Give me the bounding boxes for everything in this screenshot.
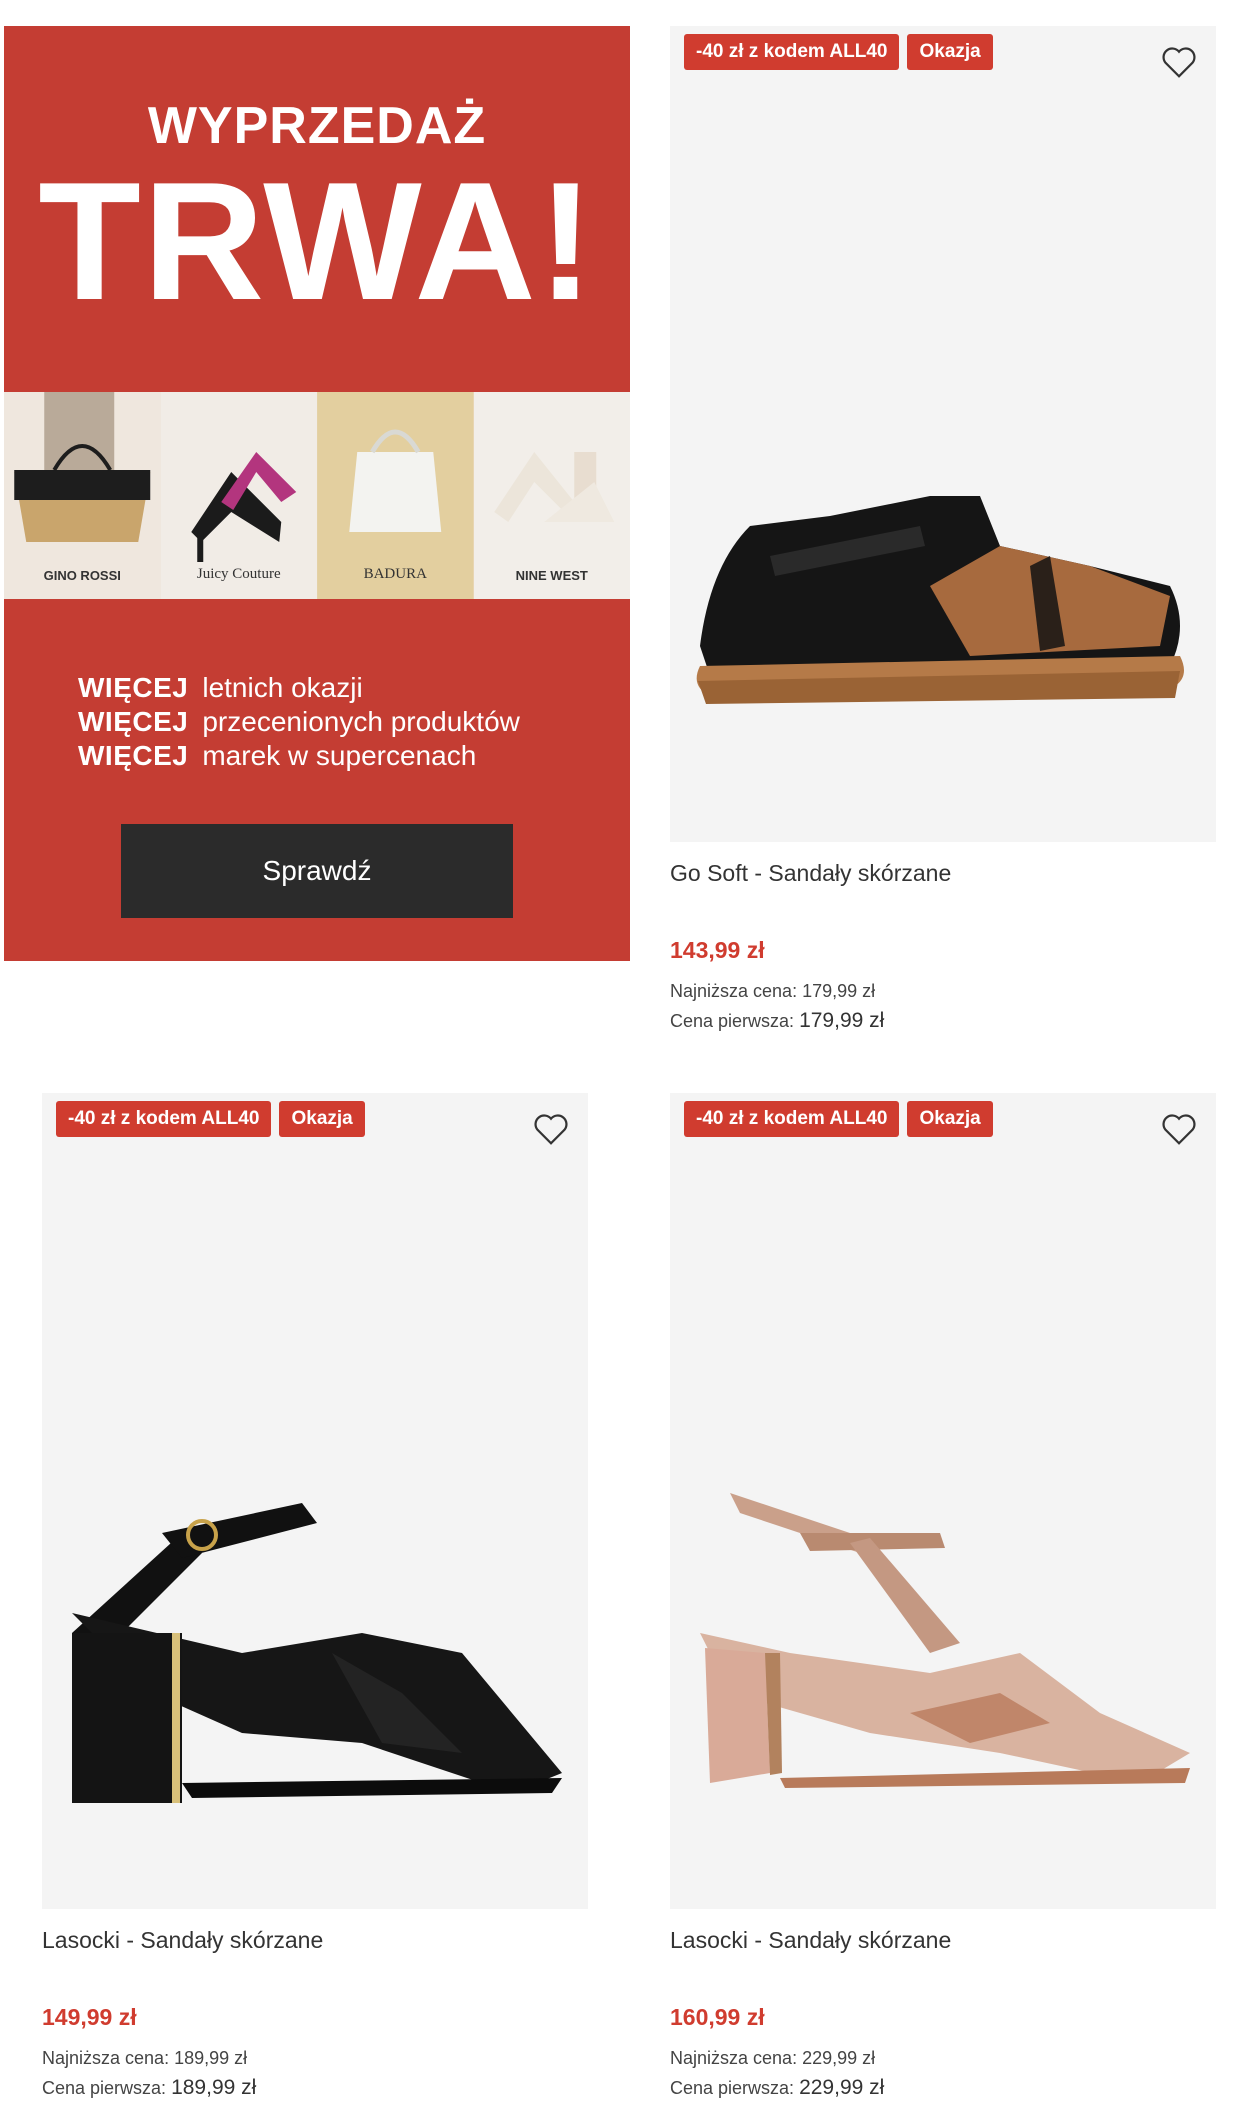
product-price: 143,99 zł xyxy=(670,937,765,963)
perk-line: WIĘCEJ letnich okazji xyxy=(78,671,520,705)
first-price-line: Cena pierwsza: 179,99 zł xyxy=(670,1006,1216,1036)
badges: -40 zł z kodem ALL40 Okazja xyxy=(684,1101,993,1137)
lowest-price-line: Najniższa cena: 189,99 zł xyxy=(42,2043,588,2073)
deal-badge: Okazja xyxy=(907,1101,993,1137)
shoe-image xyxy=(700,1493,1190,1788)
lowest-price-value: 229,99 zł xyxy=(802,2048,876,2068)
product-image[interactable]: -40 zł z kodem ALL40 Okazja xyxy=(670,1093,1216,1909)
first-price-value: 189,99 zł xyxy=(171,2076,257,2099)
brand-tile-badura[interactable]: BADURA xyxy=(317,392,474,599)
heart-icon[interactable] xyxy=(532,1111,570,1147)
perk-line: WIĘCEJ przecenionych produktów xyxy=(78,705,520,739)
lowest-price-label: Najniższa cena: xyxy=(670,981,798,1001)
discount-badge: -40 zł z kodem ALL40 xyxy=(684,34,900,70)
price-history: Najniższa cena: 229,99 zł Cena pierwsza:… xyxy=(670,2043,1216,2103)
first-price-label: Cena pierwsza: xyxy=(670,1011,795,1031)
lowest-price-label: Najniższa cena: xyxy=(670,2048,798,2068)
lowest-price-value: 189,99 zł xyxy=(174,2048,248,2068)
first-price-label: Cena pierwsza: xyxy=(42,2078,167,2098)
brand-name: GINO ROSSI xyxy=(43,568,121,583)
heart-icon[interactable] xyxy=(1160,44,1198,80)
lowest-price-label: Najniższa cena: xyxy=(42,2048,170,2068)
shoe-image xyxy=(696,496,1184,704)
perk-text: letnich okazji xyxy=(202,672,363,703)
product-name[interactable]: Go Soft - Sandały skórzane xyxy=(670,860,1216,887)
perk-keyword: WIĘCEJ xyxy=(78,672,189,703)
product-image[interactable]: -40 zł z kodem ALL40 Okazja xyxy=(670,26,1216,842)
first-price-line: Cena pierwsza: 229,99 zł xyxy=(670,2073,1216,2103)
brand-name: BADURA xyxy=(363,566,427,582)
price-history: Najniższa cena: 179,99 zł Cena pierwsza:… xyxy=(670,976,1216,1036)
first-price-line: Cena pierwsza: 189,99 zł xyxy=(42,2073,588,2103)
banner-perks: WIĘCEJ letnich okazji WIĘCEJ przecenionych… xyxy=(78,671,520,773)
brand-name: Juicy Couture xyxy=(196,566,281,582)
deal-badge: Okazja xyxy=(279,1101,365,1137)
product-image[interactable]: -40 zł z kodem ALL40 Okazja xyxy=(42,1093,588,1909)
discount-badge: -40 zł z kodem ALL40 xyxy=(56,1101,272,1137)
product-price: 149,99 zł xyxy=(42,2004,137,2030)
sale-banner[interactable]: WYPRZEDAŻ TRWA! GINO ROSSI Juicy Couture xyxy=(4,26,630,961)
badges: -40 zł z kodem ALL40 Okazja xyxy=(56,1101,365,1137)
brand-tile-gino-rossi[interactable]: GINO ROSSI xyxy=(4,392,161,599)
price-history: Najniższa cena: 189,99 zł Cena pierwsza:… xyxy=(42,2043,588,2103)
brand-name: NINE WEST xyxy=(515,568,588,583)
lowest-price-line: Najniższa cena: 229,99 zł xyxy=(670,2043,1216,2073)
perk-line: WIĘCEJ marek w supercenach xyxy=(78,739,520,773)
discount-badge: -40 zł z kodem ALL40 xyxy=(684,1101,900,1137)
deal-badge: Okazja xyxy=(907,34,993,70)
first-price-value: 229,99 zł xyxy=(799,2076,885,2099)
perk-keyword: WIĘCEJ xyxy=(78,740,189,771)
perk-text: marek w supercenach xyxy=(202,740,477,771)
badges: -40 zł z kodem ALL40 Okazja xyxy=(684,34,993,70)
check-button[interactable]: Sprawdź xyxy=(121,824,513,918)
product-name[interactable]: Lasocki - Sandały skórzane xyxy=(42,1927,588,1954)
product-name[interactable]: Lasocki - Sandały skórzane xyxy=(670,1927,1216,1954)
heart-icon[interactable] xyxy=(1160,1111,1198,1147)
product-price: 160,99 zł xyxy=(670,2004,765,2030)
brand-tile-juicy-couture[interactable]: Juicy Couture xyxy=(160,392,317,599)
product-card[interactable]: -40 zł z kodem ALL40 Okazja Lasocki - Sa… xyxy=(670,1093,1216,2103)
first-price-value: 179,99 zł xyxy=(799,1009,885,1032)
lowest-price-value: 179,99 zł xyxy=(802,981,876,1001)
shoe-image xyxy=(72,1503,562,1803)
perk-text: przecenionych produktów xyxy=(202,706,520,737)
brand-tile-nine-west[interactable]: NINE WEST xyxy=(473,392,630,599)
perk-keyword: WIĘCEJ xyxy=(78,706,189,737)
product-card[interactable]: -40 zł z kodem ALL40 Okazja Go Soft - Sa… xyxy=(670,26,1216,1036)
first-price-label: Cena pierwsza: xyxy=(670,2078,795,2098)
product-card[interactable]: -40 zł z kodem ALL40 Okazja Lasocki - Sa… xyxy=(42,1093,588,2103)
banner-headline: TRWA! xyxy=(38,147,596,335)
brand-strip: GINO ROSSI Juicy Couture BADURA NINE WES… xyxy=(4,392,630,599)
lowest-price-line: Najniższa cena: 179,99 zł xyxy=(670,976,1216,1006)
